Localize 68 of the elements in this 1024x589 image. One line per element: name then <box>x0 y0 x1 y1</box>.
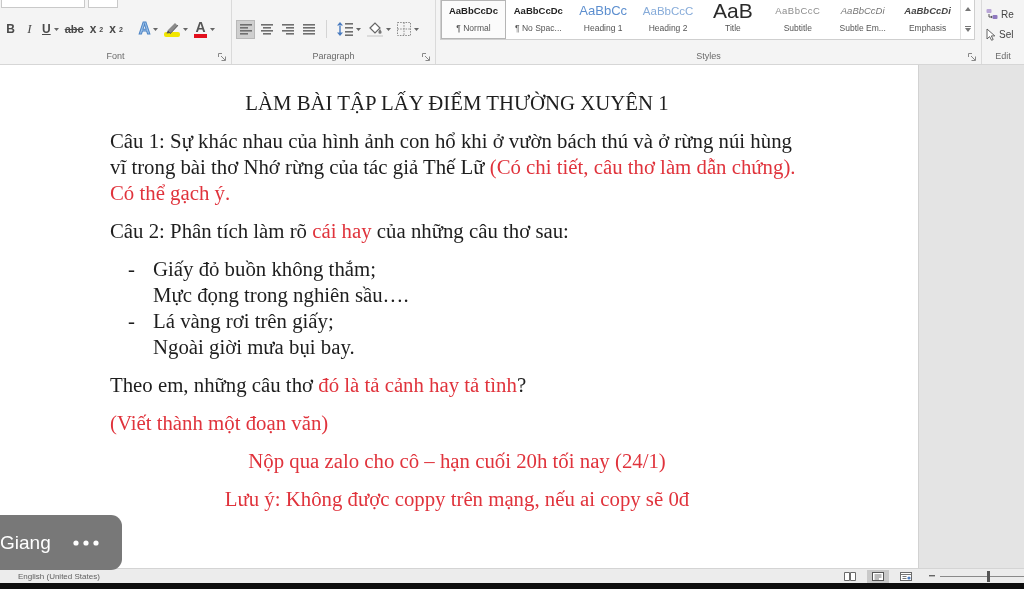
more-styles-icon[interactable] <box>964 25 971 32</box>
poem-line: Mực đọng trong nghiên sầu…. <box>153 282 409 308</box>
pointer-icon <box>986 27 996 41</box>
list-dash: - <box>128 308 136 334</box>
dialog-launcher-icon[interactable] <box>968 53 976 61</box>
document-title: LÀM BÀI TẬP LẤY ĐIỂM THƯỜNG XUYÊN 1 <box>244 90 670 116</box>
caret-icon <box>183 27 189 31</box>
language-status[interactable]: English (United States) <box>18 571 100 581</box>
replace-button[interactable]: Re <box>986 7 1024 21</box>
caret-icon <box>53 27 59 31</box>
borders-icon <box>397 22 411 36</box>
highlighter-icon <box>164 21 181 37</box>
group-label: Edit <box>995 51 1011 61</box>
document-paragraph: Nộp qua zalo cho cô – hạn cuối 20h tối nay (24/1) <box>247 448 667 474</box>
bold-button[interactable]: B <box>2 19 19 39</box>
font-size-field[interactable] <box>88 0 118 8</box>
caret-icon <box>386 27 391 31</box>
align-center-icon <box>260 23 273 35</box>
align-left-button[interactable] <box>236 19 255 39</box>
caret-icon <box>209 27 215 31</box>
font-color-button[interactable]: A <box>192 19 217 39</box>
style-option[interactable]: AaBbCcC Subtitle <box>765 0 831 39</box>
poem-line: Lá vàng rơi trên giấy; <box>153 308 335 334</box>
style-option[interactable]: AaBbCcDi Subtle Em... <box>830 0 896 39</box>
align-right-icon <box>281 23 294 35</box>
group-label: Styles <box>696 51 721 61</box>
caret-icon <box>356 27 361 31</box>
document-paragraph: (Viết thành một đoạn văn) <box>110 410 330 436</box>
document-paragraph: Lưu ý: Không được coppy trên mạng, nếu ai copy sẽ 0đ <box>223 486 691 512</box>
style-option[interactable]: AaBbCc Heading 1 <box>570 0 636 39</box>
poem-line: Ngoài giời mưa bụi bay. <box>153 334 355 360</box>
document-paragraph: Theo em, những câu thơ đó là tả cảnh hay tả tình? <box>110 372 528 398</box>
style-option[interactable]: AaBbCcDc ¶ Normal <box>441 0 506 39</box>
document-paragraph: Câu 1: Sự khác nhau của hình ảnh con hổ khi ở vườn bách thú và ở rừng núi hùng vĩ trong bài thơ Nhớ rừng của tác giả Thế Lữ (Có chi tiết, câu thơ làm dẫn chứng). Có thể gạch ý. <box>110 128 797 206</box>
scroll-up-icon[interactable] <box>964 7 971 12</box>
paint-bucket-icon <box>367 21 383 37</box>
more-icon[interactable] <box>72 539 99 546</box>
borders-button[interactable] <box>395 19 421 39</box>
style-option[interactable]: AaB Title <box>700 0 766 39</box>
style-option[interactable]: AaBbCcDi Emphasis <box>895 0 960 39</box>
line-spacing-icon <box>337 22 353 36</box>
caret-icon <box>153 27 159 31</box>
align-left-icon <box>239 23 252 35</box>
document-paragraph: Câu 2: Phân tích làm rõ cái hay của những câu thơ sau: <box>110 218 570 244</box>
align-justify-icon <box>302 23 315 35</box>
select-button[interactable]: Sel <box>986 27 1024 41</box>
zoom-slider[interactable] <box>940 570 1024 582</box>
group-label: Paragraph <box>312 51 355 61</box>
participant-name: Giang <box>0 531 51 554</box>
zoom-slider-thumb[interactable] <box>986 570 990 582</box>
list-dash: - <box>128 256 136 282</box>
style-option[interactable]: AaBbCcDc ¶ No Spac... <box>505 0 571 39</box>
style-option[interactable]: AaBbCcC Heading 2 <box>635 0 701 39</box>
superscript-button[interactable]: x$^{2}$ <box>107 19 125 39</box>
book-icon <box>844 571 856 581</box>
poem-line: Giấy đỏ buồn không thắm; <box>153 256 377 282</box>
group-label: Font <box>106 51 125 61</box>
caret-icon <box>414 27 419 31</box>
font-name-field[interactable] <box>1 0 85 8</box>
dialog-launcher-icon[interactable] <box>422 53 430 61</box>
italic-button[interactable]: I <box>21 19 38 39</box>
underline-button[interactable]: U <box>40 19 61 39</box>
dialog-launcher-icon[interactable] <box>218 53 226 61</box>
replace-icon <box>986 8 998 20</box>
print-view-button[interactable] <box>867 569 889 583</box>
strikethrough-button[interactable]: abc <box>62 19 86 39</box>
page-icon <box>872 571 884 581</box>
web-page-icon <box>900 571 912 581</box>
